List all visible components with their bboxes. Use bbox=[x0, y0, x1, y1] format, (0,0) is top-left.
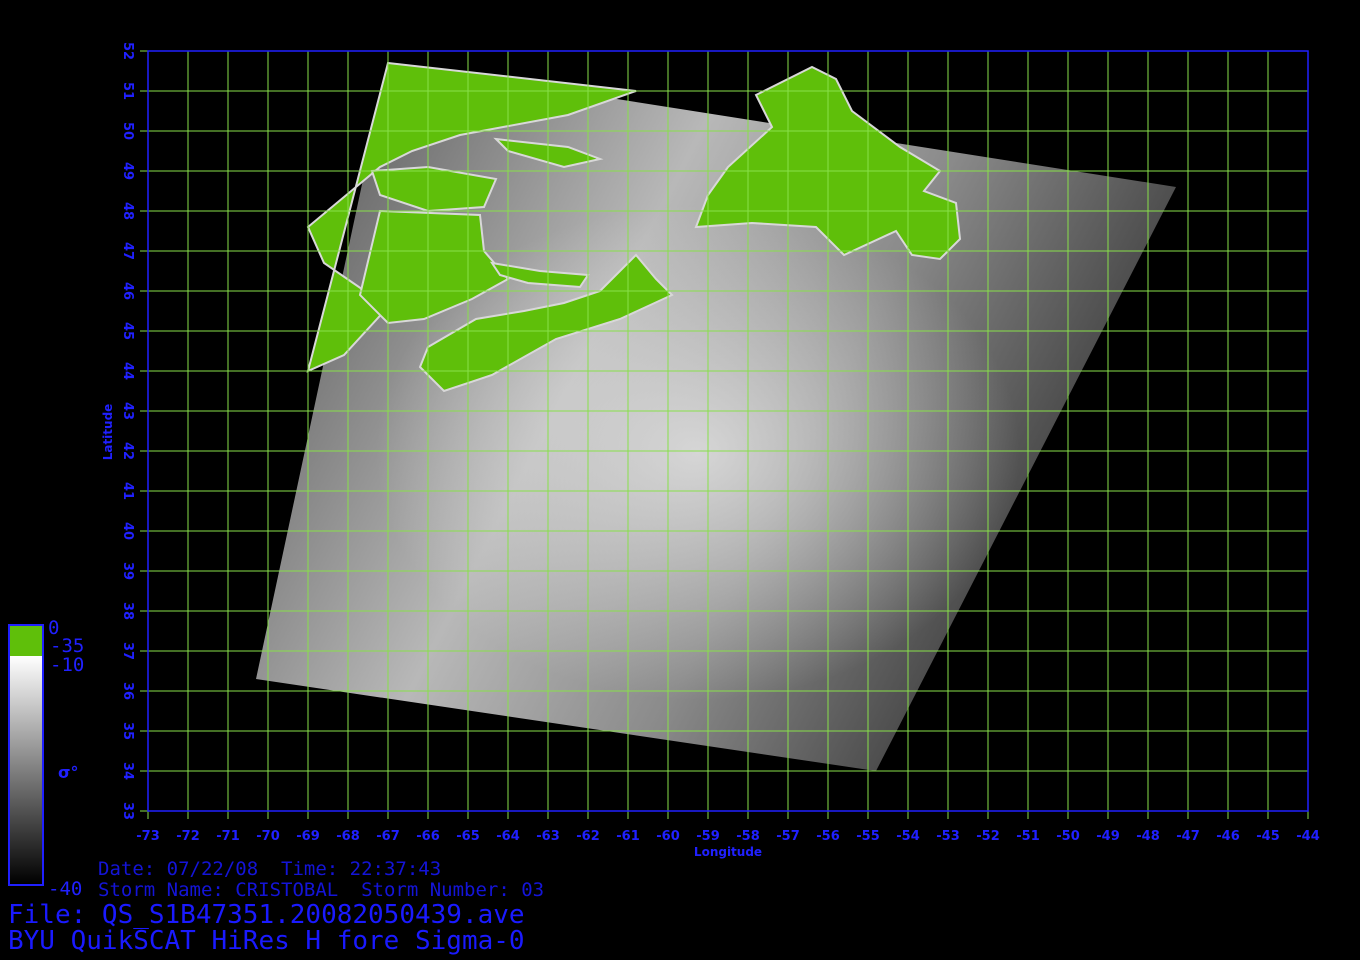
lat-tick-label: 46 bbox=[120, 282, 135, 300]
lat-tick-label: 52 bbox=[120, 42, 135, 60]
lat-tick-label: 48 bbox=[120, 202, 135, 220]
lon-tick-label: -57 bbox=[776, 829, 800, 844]
colorbar: 0 -35 -10 σ° -40 bbox=[8, 617, 84, 900]
lon-tick-label: -53 bbox=[936, 829, 960, 844]
colorbar-land-segment bbox=[10, 626, 42, 656]
lon-tick-label: -46 bbox=[1216, 829, 1240, 844]
lon-tick-label: -59 bbox=[696, 829, 720, 844]
lon-tick-label: -61 bbox=[616, 829, 640, 844]
colorbar-sea-segment bbox=[10, 656, 42, 884]
lat-tick-label: 47 bbox=[120, 242, 135, 260]
lon-tick-label: -51 bbox=[1016, 829, 1040, 844]
lon-tick-label: -68 bbox=[336, 829, 360, 844]
lon-tick-label: -55 bbox=[856, 829, 880, 844]
longitude-tick-labels: -73 -72 -71 -70 -69 -68 -67 -66 -65 -64 -63 -62 -61 -… bbox=[136, 829, 1320, 844]
lon-tick-label: -50 bbox=[1056, 829, 1080, 844]
lon-tick-label: -45 bbox=[1256, 829, 1280, 844]
lon-tick-label: -70 bbox=[256, 829, 280, 844]
lon-tick-label: -73 bbox=[136, 829, 160, 844]
lat-tick-label: 39 bbox=[120, 562, 135, 580]
colorbar-symbol: σ° bbox=[58, 763, 78, 782]
lat-tick-label: 43 bbox=[120, 402, 135, 420]
lon-tick-label: -72 bbox=[176, 829, 200, 844]
lon-tick-label: -49 bbox=[1096, 829, 1120, 844]
lon-tick-label: -71 bbox=[216, 829, 240, 844]
product-title-line: BYU QuikSCAT HiRes H fore Sigma-0 bbox=[8, 926, 525, 956]
lat-tick-label: 41 bbox=[120, 482, 135, 500]
lat-tick-label: 45 bbox=[120, 322, 135, 340]
x-axis-label: Longitude bbox=[694, 845, 762, 859]
lat-tick-label: 38 bbox=[120, 602, 135, 620]
lat-tick-label: 34 bbox=[120, 762, 135, 780]
lat-tick-label: 40 bbox=[120, 522, 135, 540]
colorbar-label-sea-bottom: -40 bbox=[48, 878, 82, 900]
lon-tick-label: -64 bbox=[496, 829, 520, 844]
lat-tick-label: 36 bbox=[120, 682, 135, 700]
lat-tick-label: 49 bbox=[120, 162, 135, 180]
lon-tick-label: -60 bbox=[656, 829, 680, 844]
lon-tick-label: -47 bbox=[1176, 829, 1200, 844]
lat-tick-label: 37 bbox=[120, 642, 135, 660]
lat-tick-label: 42 bbox=[120, 442, 135, 460]
lon-tick-label: -67 bbox=[376, 829, 400, 844]
lon-tick-label: -54 bbox=[896, 829, 920, 844]
lon-tick-label: -56 bbox=[816, 829, 840, 844]
latitude-tick-labels: 33 34 35 36 37 38 39 40 41 42 43 44 45 46 47 48 49 50 51 52 bbox=[120, 42, 135, 820]
lat-tick-label: 44 bbox=[120, 362, 135, 380]
y-axis-label: Latitude bbox=[101, 404, 115, 461]
lon-tick-label: -44 bbox=[1296, 829, 1320, 844]
colorbar-label-sea-top: -10 bbox=[50, 654, 84, 676]
lat-tick-label: 35 bbox=[120, 722, 135, 740]
lat-tick-label: 50 bbox=[120, 122, 135, 140]
lon-tick-label: -63 bbox=[536, 829, 560, 844]
lon-tick-label: -52 bbox=[976, 829, 1000, 844]
lat-tick-label: 33 bbox=[120, 802, 135, 820]
lon-tick-label: -69 bbox=[296, 829, 320, 844]
scatterometer-map: -73 -72 -71 -70 -69 -68 -67 -66 -65 -64 -63 -62 -61 -… bbox=[8, 42, 1320, 900]
storm-info-line: Storm Name: CRISTOBAL Storm Number: 03 bbox=[98, 879, 545, 901]
lon-tick-label: -62 bbox=[576, 829, 600, 844]
lon-tick-label: -48 bbox=[1136, 829, 1160, 844]
lon-tick-label: -58 bbox=[736, 829, 760, 844]
lon-tick-label: -65 bbox=[456, 829, 480, 844]
lon-tick-label: -66 bbox=[416, 829, 440, 844]
date-time-line: Date: 07/22/08 Time: 22:37:43 bbox=[98, 858, 442, 880]
lat-tick-label: 51 bbox=[120, 82, 135, 100]
